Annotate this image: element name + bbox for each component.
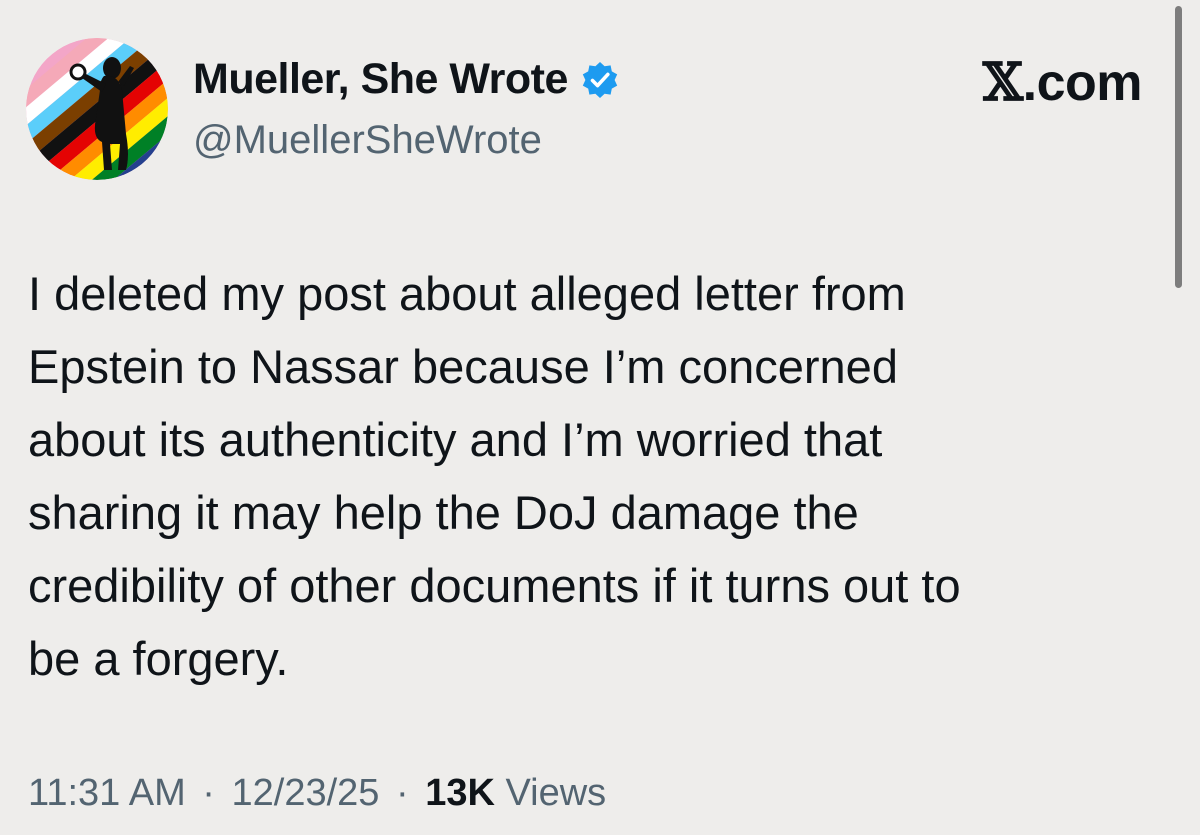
- views-label[interactable]: Views: [506, 772, 607, 814]
- post-line: about its authenticity and I’m worried t…: [28, 413, 883, 466]
- post-line: sharing it may help the DoJ damage the: [28, 486, 859, 539]
- avatar-rainbow-silhouette-image: [26, 38, 168, 180]
- x-com-logo: 𝕏.com: [982, 52, 1143, 113]
- x-logo-icon: 𝕏: [982, 52, 1023, 113]
- post-line: credibility of other documents if it tur…: [28, 559, 961, 612]
- brand-suffix: .com: [1022, 54, 1143, 112]
- post-line: Epstein to Nassar because I’m concerned: [28, 340, 898, 393]
- post-body: I deleted my post about alleged letter f…: [28, 257, 1138, 695]
- post-time[interactable]: 11:31 AM: [28, 772, 186, 814]
- post-line: I deleted my post about alleged letter f…: [28, 267, 906, 320]
- views-count[interactable]: 13K: [425, 772, 495, 814]
- scrollbar[interactable]: [1175, 6, 1182, 288]
- author-name-row[interactable]: Mueller, She Wrote: [193, 55, 620, 104]
- author-display-name[interactable]: Mueller, She Wrote: [193, 55, 568, 104]
- post-date[interactable]: 12/23/25: [232, 772, 380, 814]
- verified-badge-icon: [580, 60, 620, 100]
- avatar[interactable]: [26, 38, 168, 180]
- separator-dot: ·: [396, 772, 409, 814]
- post-metadata: 11:31 AM · 12/23/25 · 13K Views: [28, 772, 606, 815]
- author-handle[interactable]: @MuellerSheWrote: [193, 118, 542, 163]
- separator-dot: ·: [202, 772, 215, 814]
- post-line: be a forgery.: [28, 632, 289, 685]
